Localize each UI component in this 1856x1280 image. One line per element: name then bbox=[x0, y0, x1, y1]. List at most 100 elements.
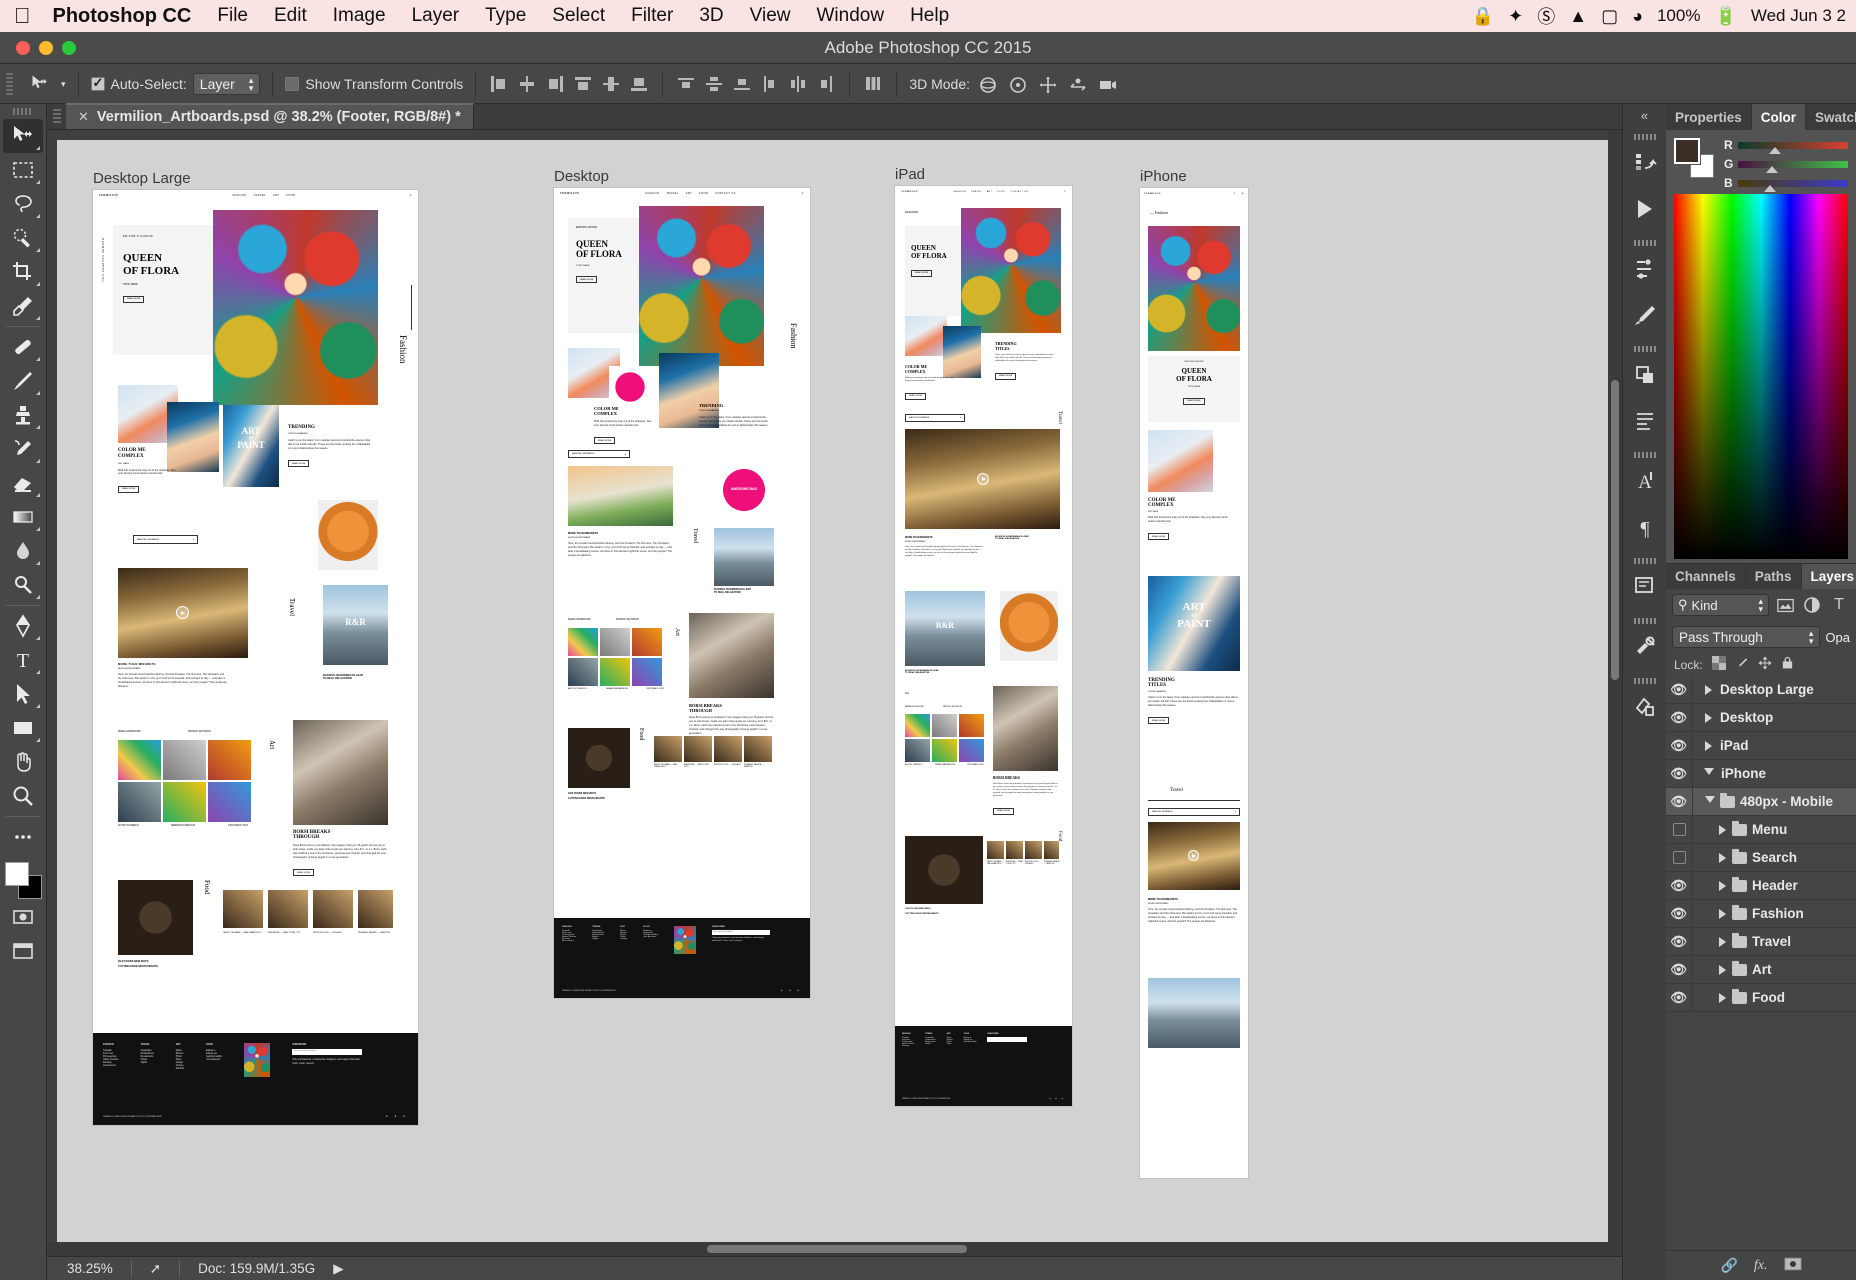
layer-visibility-toggle[interactable]: 👁 bbox=[1666, 962, 1692, 978]
auto-align-layers-icon[interactable] bbox=[862, 73, 884, 95]
layer-visibility-toggle[interactable]: 👁 bbox=[1666, 682, 1692, 698]
color-swatches[interactable] bbox=[3, 860, 43, 900]
menu-view[interactable]: View bbox=[750, 5, 791, 27]
social-icons[interactable]: ● ● ● bbox=[386, 1114, 408, 1118]
paragraph-styles-icon[interactable] bbox=[1625, 398, 1665, 444]
nav-contact[interactable]: CONTACT US bbox=[715, 192, 736, 195]
chevron-down-icon[interactable] bbox=[1704, 768, 1714, 780]
lock-all-icon[interactable] bbox=[1781, 656, 1794, 673]
read-more-button[interactable]: READ MORE bbox=[993, 808, 1014, 815]
footer-link[interactable]: Accessories bbox=[103, 1064, 119, 1067]
tool-presets-icon[interactable] bbox=[1625, 624, 1665, 670]
lock-transparent-pixels-icon[interactable] bbox=[1712, 656, 1726, 673]
menu-type[interactable]: Type bbox=[485, 5, 526, 27]
layer-row-food[interactable]: 👁 Food bbox=[1666, 984, 1856, 1012]
search-icon[interactable]: ⚲ bbox=[410, 194, 412, 197]
battery-charging-icon[interactable]: 🔋 bbox=[1714, 6, 1736, 27]
nav-art[interactable]: ART bbox=[273, 194, 279, 197]
layer-visibility-toggle[interactable]: 👁 bbox=[1666, 906, 1692, 922]
image-balloons[interactable] bbox=[568, 466, 673, 526]
quick-mask-icon[interactable] bbox=[3, 900, 43, 934]
edit-toolbar-icon[interactable] bbox=[3, 820, 43, 854]
nav-food[interactable]: FOOD bbox=[699, 192, 708, 195]
lock-image-pixels-icon[interactable] bbox=[1735, 656, 1749, 673]
align-vertical-centers-icon[interactable] bbox=[600, 73, 622, 95]
chevron-right-icon[interactable] bbox=[1705, 713, 1712, 723]
history-brush-tool[interactable] bbox=[3, 432, 43, 466]
paragraph-icon[interactable]: ¶ bbox=[1625, 504, 1665, 550]
artboard-label-iphone[interactable]: iPhone bbox=[1140, 168, 1187, 185]
footer-link[interactable]: Just desserts bbox=[643, 936, 658, 938]
menu-window[interactable]: Window bbox=[816, 5, 884, 27]
image-dancer[interactable] bbox=[689, 613, 774, 698]
maximize-window-button[interactable] bbox=[62, 41, 76, 55]
screen-mode-icon[interactable] bbox=[3, 934, 43, 968]
align-horizontal-centers-icon[interactable] bbox=[516, 73, 538, 95]
nav-travel[interactable]: TRAVEL bbox=[254, 194, 266, 197]
zoom-tool[interactable] bbox=[3, 779, 43, 813]
chevron-right-icon[interactable] bbox=[1719, 965, 1726, 975]
footer-link[interactable]: Exhibits bbox=[176, 1067, 184, 1070]
layer-row-ipad[interactable]: 👁 iPad bbox=[1666, 732, 1856, 760]
menu-select[interactable]: Select bbox=[552, 5, 605, 27]
layer-row-travel[interactable]: 👁 Travel bbox=[1666, 928, 1856, 956]
tool-preset-chevron-down-icon[interactable]: ▾ bbox=[61, 80, 66, 88]
layer-visibility-toggle[interactable]: 👁 bbox=[1666, 710, 1692, 726]
footer-link[interactable]: Hotels bbox=[925, 1043, 935, 1045]
options-bar-grip[interactable] bbox=[6, 73, 13, 95]
red-slider-track[interactable] bbox=[1738, 142, 1848, 149]
green-slider-knob[interactable] bbox=[1766, 166, 1778, 173]
subscribe-input[interactable]: Enter your email address bbox=[292, 1049, 362, 1055]
image-archway[interactable] bbox=[905, 429, 1060, 529]
actions-play-icon[interactable] bbox=[1625, 186, 1665, 232]
green-slider-track[interactable] bbox=[1738, 161, 1848, 168]
artboard-desktop[interactable]: VERMILION FASHION TRAVEL ART FOOD CONTAC… bbox=[554, 188, 810, 998]
image-archway[interactable] bbox=[118, 568, 248, 658]
artboard-iphone[interactable]: VERMILION ⚲ ☰ — Fashion EDITOR'S CHOICE … bbox=[1140, 188, 1248, 1178]
layer-row-search[interactable]: Search bbox=[1666, 844, 1856, 872]
search-icon[interactable]: ⚲ bbox=[802, 192, 804, 195]
layer-visibility-toggle[interactable]: 👁 bbox=[1666, 878, 1692, 894]
orbit-3d-icon[interactable] bbox=[976, 73, 1000, 95]
art-grid-item-1[interactable] bbox=[118, 740, 161, 780]
image-dancer[interactable] bbox=[993, 686, 1058, 771]
nav-fashion[interactable]: FASHION bbox=[645, 192, 659, 195]
read-more-button[interactable]: READ MORE bbox=[293, 869, 314, 876]
tab-swatches[interactable]: Swatches bbox=[1806, 104, 1856, 130]
image-color-me[interactable] bbox=[905, 316, 947, 356]
rectangle-tool[interactable] bbox=[3, 711, 43, 745]
quick-selection-tool[interactable] bbox=[3, 221, 43, 255]
art-grid-item-1[interactable] bbox=[568, 628, 598, 656]
nav-fashion[interactable]: FASHION bbox=[232, 194, 246, 197]
social-icons[interactable]: ● ● ● bbox=[781, 989, 802, 992]
layer-visibility-toggle[interactable] bbox=[1666, 823, 1692, 836]
food-thumb-3[interactable] bbox=[313, 890, 353, 928]
dropzone-icon[interactable]: ▲ bbox=[1569, 6, 1587, 27]
art-grid-item-2[interactable] bbox=[932, 714, 957, 737]
art-grid-item-6[interactable] bbox=[959, 739, 984, 762]
play-arrow-icon[interactable]: ▶ bbox=[333, 1261, 343, 1277]
rectangular-marquee-tool[interactable] bbox=[3, 153, 43, 187]
magical-istanbul-dropdown[interactable]: MAGICAL INSTANBUL▾ bbox=[133, 535, 198, 544]
menu-edit[interactable]: Edit bbox=[274, 5, 307, 27]
layer-row-header[interactable]: 👁 Header bbox=[1666, 872, 1856, 900]
adjustments-icon[interactable] bbox=[1625, 246, 1665, 292]
align-top-edges-icon[interactable] bbox=[572, 73, 594, 95]
read-more-button[interactable]: READ MORE bbox=[905, 393, 926, 400]
read-more-button[interactable]: READ MORE bbox=[576, 276, 597, 283]
layer-visibility-toggle[interactable]: 👁 bbox=[1666, 738, 1692, 754]
color-swatch-pair[interactable] bbox=[1674, 138, 1714, 178]
eraser-tool[interactable] bbox=[3, 466, 43, 500]
blue-slider-knob[interactable] bbox=[1764, 185, 1776, 192]
read-more-button[interactable]: READ MORE bbox=[123, 296, 144, 303]
evernote-icon[interactable]: Ⓢ bbox=[1537, 3, 1555, 29]
type-tool[interactable]: T bbox=[3, 643, 43, 677]
close-window-button[interactable] bbox=[16, 41, 30, 55]
menu-help[interactable]: Help bbox=[910, 5, 949, 27]
art-grid-item-2[interactable] bbox=[163, 740, 206, 780]
play-button[interactable] bbox=[977, 473, 989, 485]
read-more-button[interactable]: READ MORE bbox=[288, 460, 309, 467]
artboard-ipad[interactable]: VERMILION FASHION TRAVEL ART FOOD CONTAC… bbox=[895, 186, 1072, 1106]
red-slider-knob[interactable] bbox=[1769, 147, 1781, 154]
layer-visibility-toggle[interactable]: 👁 bbox=[1666, 934, 1692, 950]
